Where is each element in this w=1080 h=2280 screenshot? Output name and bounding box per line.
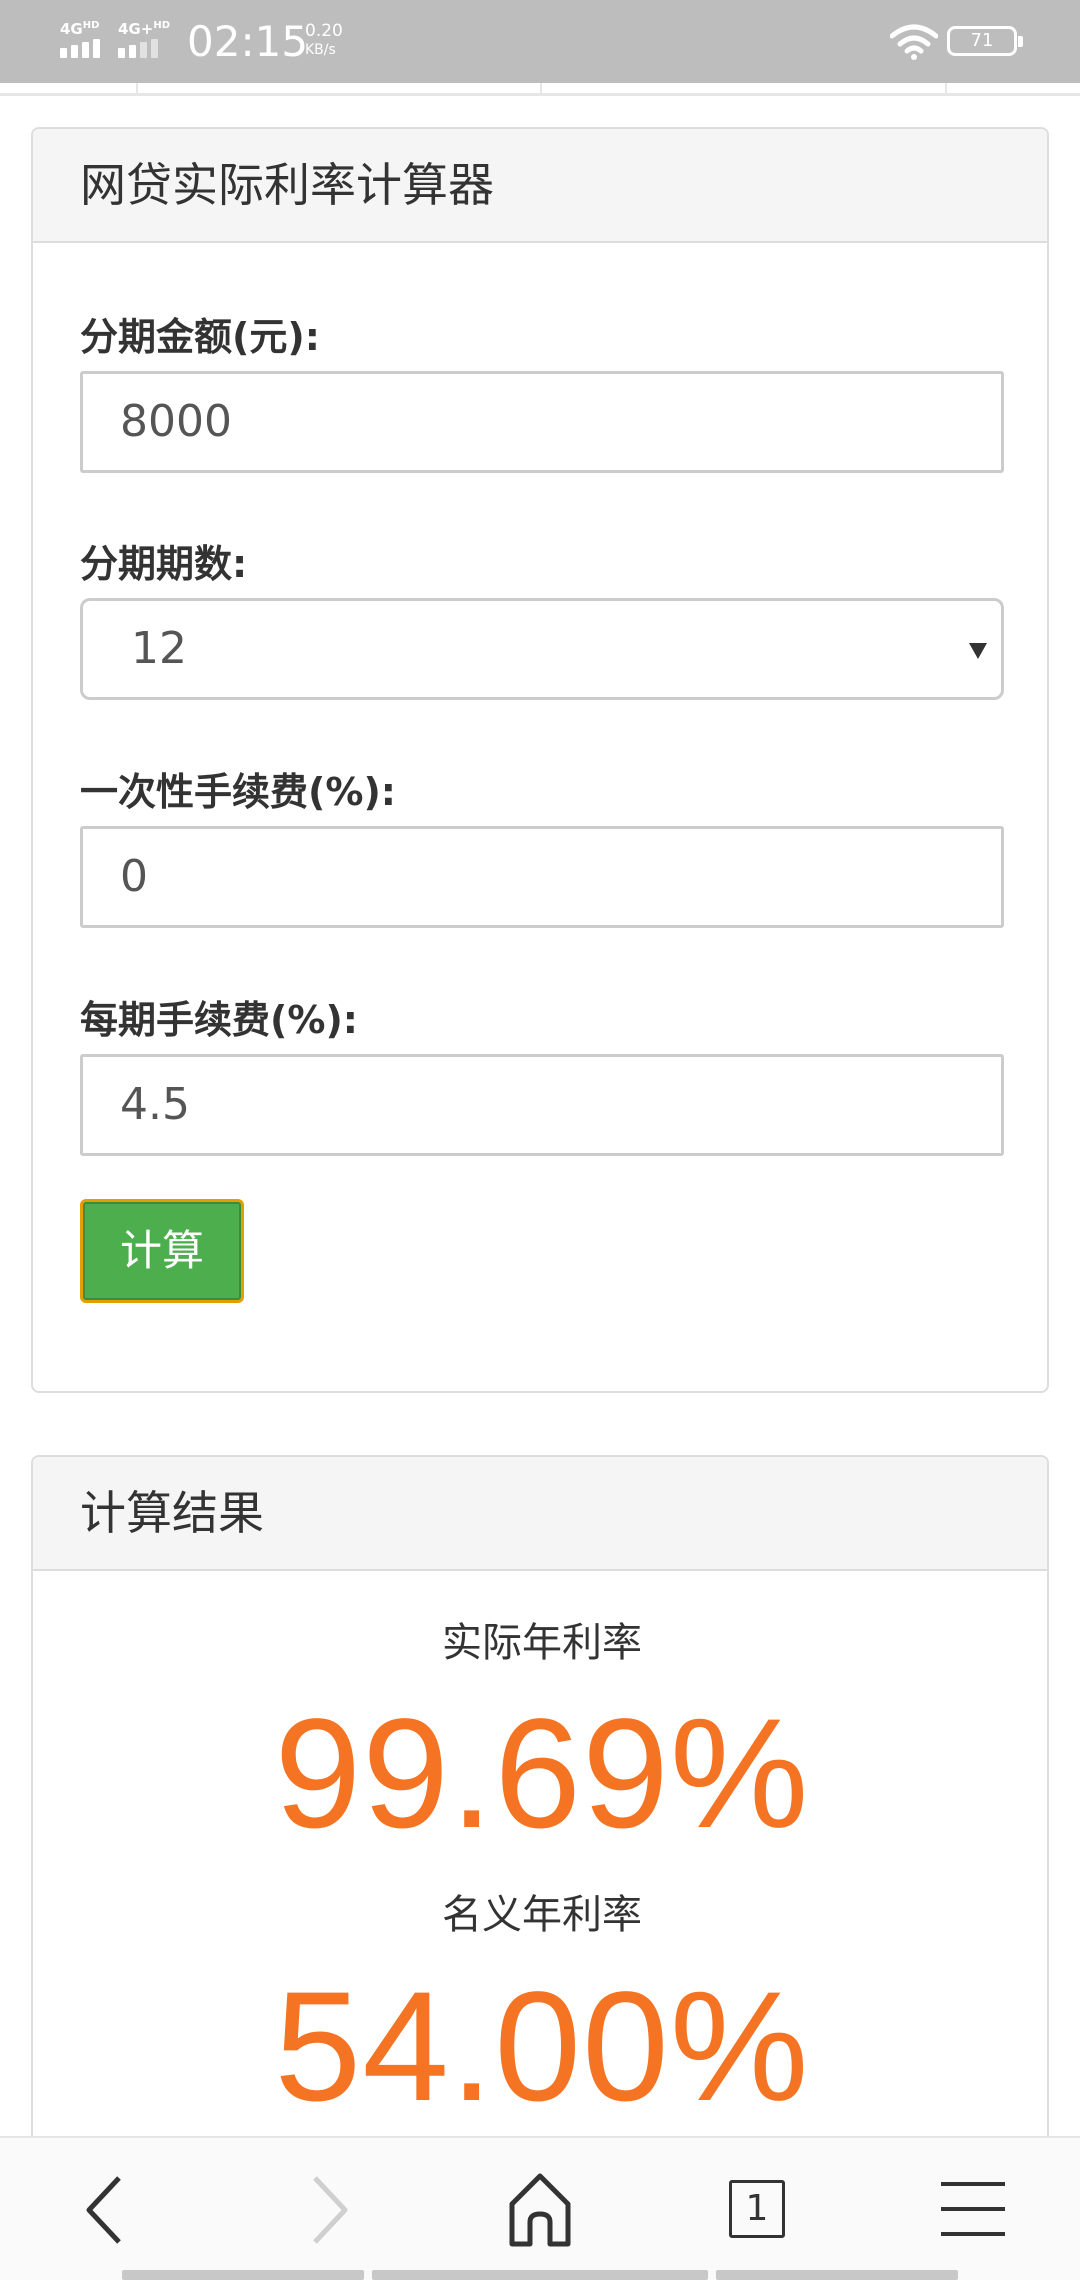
calculator-title: 网贷实际利率计算器: [33, 129, 1047, 243]
network-speed-value: 0.20: [305, 21, 343, 41]
wifi-icon: [890, 24, 938, 60]
forward-button[interactable]: [277, 2160, 377, 2260]
one-time-fee-label: 一次性手续费(%):: [80, 770, 397, 814]
chevron-down-icon: [969, 643, 987, 659]
per-period-fee-input[interactable]: 4.5: [80, 1054, 1004, 1156]
battery-icon: 71: [947, 26, 1023, 56]
gesture-indicator-left: [122, 2270, 364, 2280]
tabs-icon: 1: [729, 2180, 785, 2238]
nominal-rate-value: 54.00%: [274, 1960, 810, 2134]
actual-rate-label: 实际年利率: [442, 1620, 642, 1666]
calculator-panel: 网贷实际利率计算器 分期金额(元): 8000 分期期数: 12 一次性手续费(…: [31, 127, 1049, 1393]
forward-icon: [313, 2176, 348, 2244]
gesture-indicator-right: [716, 2270, 958, 2280]
menu-icon: [941, 2182, 1005, 2236]
back-icon: [86, 2176, 121, 2244]
network-speed-unit: KB/s: [305, 42, 336, 58]
menu-button[interactable]: [923, 2160, 1023, 2260]
per-period-fee-label: 每期手续费(%):: [80, 998, 359, 1042]
back-button[interactable]: [57, 2160, 157, 2260]
amount-label: 分期金额(元):: [80, 315, 320, 359]
top-strip: [0, 83, 1080, 96]
gesture-indicator-center: [372, 2270, 708, 2280]
page: 4GHD 4G+HD 02:15 0.20 KB/s 71 网贷实际利率计算器 …: [0, 0, 1080, 2280]
home-button[interactable]: [490, 2160, 590, 2260]
network-sup-1: HD: [82, 20, 100, 31]
results-title: 计算结果: [33, 1457, 1047, 1571]
network-type-1: 4G: [60, 20, 83, 38]
amount-input[interactable]: 8000: [80, 371, 1004, 473]
clock: 02:15: [187, 17, 309, 66]
tabs-button[interactable]: 1: [705, 2160, 805, 2260]
calculate-button[interactable]: 计算: [80, 1199, 244, 1303]
home-icon: [509, 2173, 571, 2247]
actual-rate-value: 99.69%: [274, 1687, 810, 1861]
periods-label: 分期期数:: [80, 542, 248, 586]
status-bar: 4GHD 4G+HD 02:15 0.20 KB/s 71: [0, 0, 1080, 83]
nominal-rate-label: 名义年利率: [442, 1892, 642, 1938]
browser-toolbar: 1: [0, 2136, 1080, 2280]
network-sup-2: HD: [153, 20, 170, 31]
one-time-fee-input[interactable]: 0: [80, 826, 1004, 928]
network-speed: 0.20 KB/s: [305, 22, 343, 60]
periods-select[interactable]: 12: [80, 598, 1004, 700]
results-panel: 计算结果 实际年利率 99.69% 名义年利率 54.00%: [31, 1455, 1049, 2215]
periods-value: 12: [131, 623, 187, 674]
network-type-2: 4G+: [118, 20, 154, 38]
